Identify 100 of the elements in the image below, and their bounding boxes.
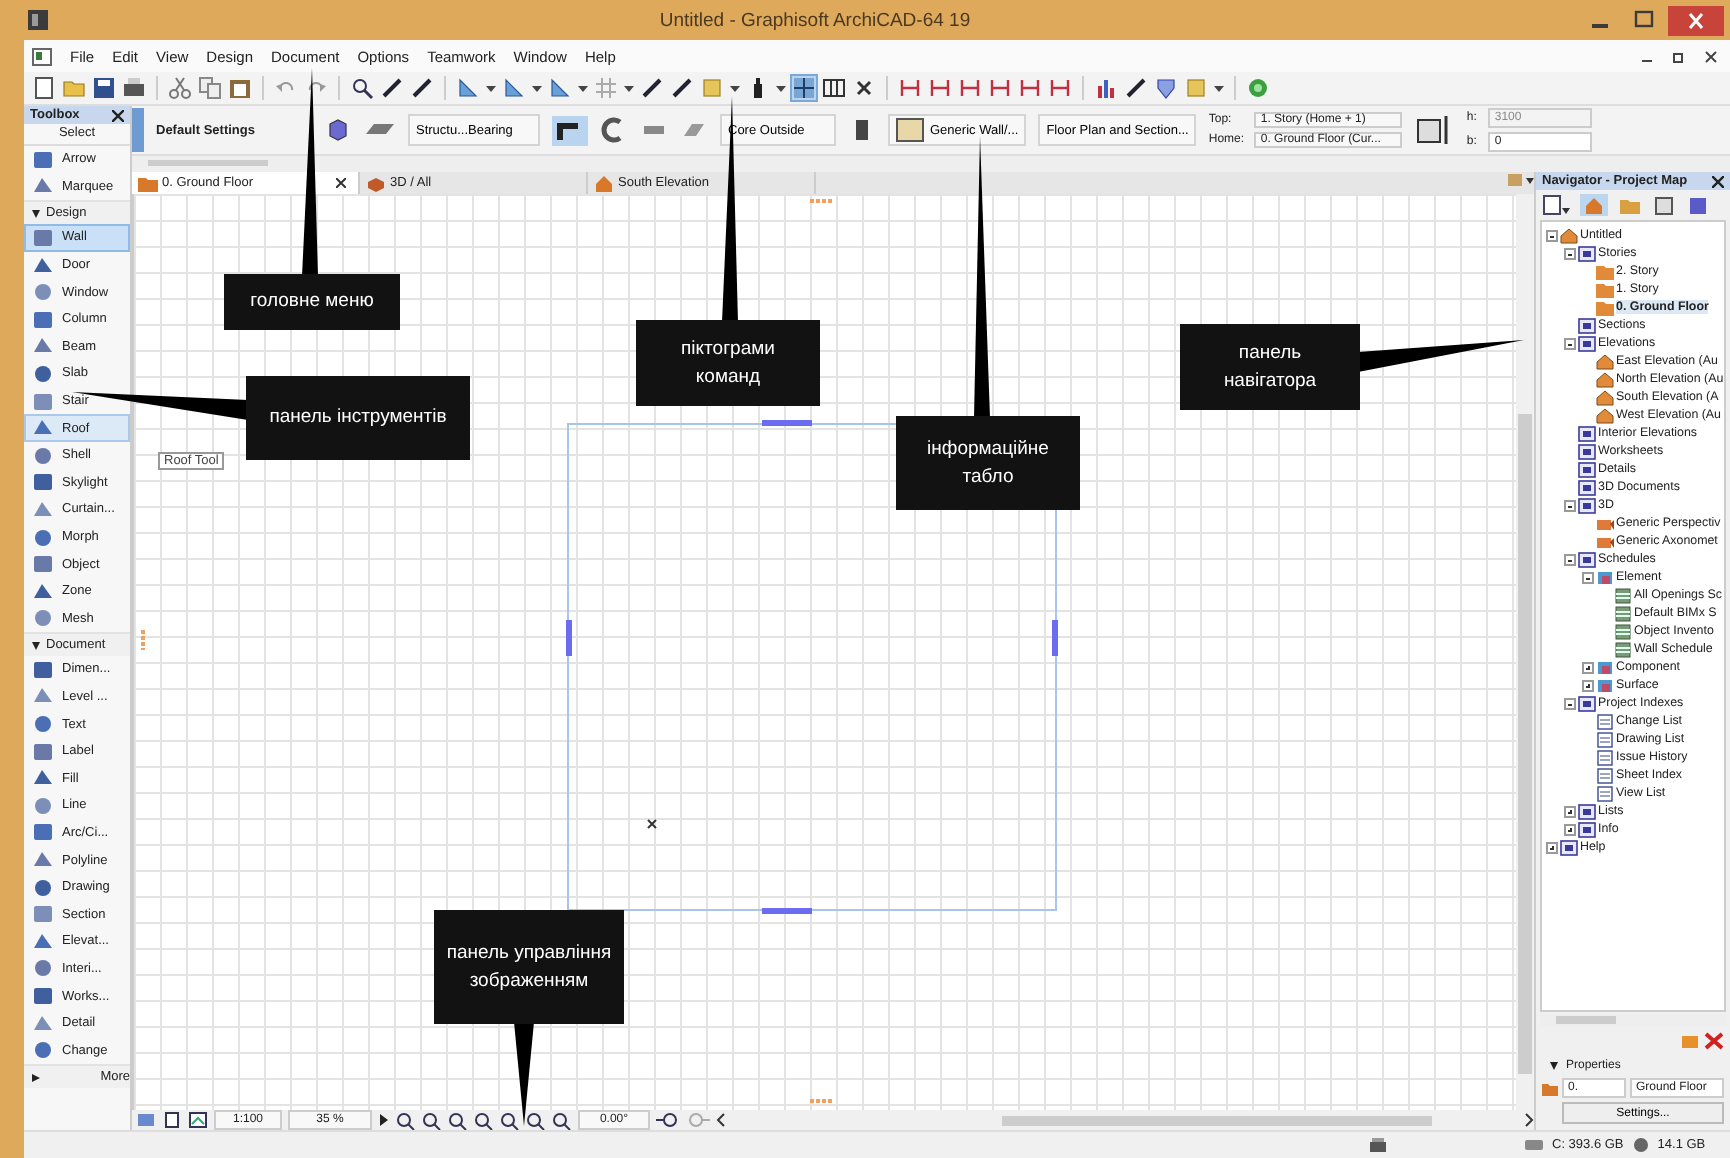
- caret-icon[interactable]: [1214, 85, 1224, 91]
- close-icon[interactable]: [1712, 175, 1724, 187]
- grid-icon[interactable]: [792, 76, 816, 100]
- scroll-thumb[interactable]: [1002, 1115, 1432, 1125]
- zoom-icon[interactable]: [448, 1111, 468, 1129]
- close-icon[interactable]: [852, 76, 876, 100]
- dropdown-icon[interactable]: [1506, 172, 1534, 188]
- tool-icon: [32, 149, 54, 170]
- printer-icon[interactable]: [122, 76, 146, 100]
- wall-shape-icon[interactable]: [552, 115, 588, 145]
- expand-toggle[interactable]: [1564, 337, 1576, 349]
- scroll-thumb[interactable]: [148, 160, 268, 166]
- globe-icon[interactable]: [1246, 76, 1270, 100]
- panel-handle[interactable]: [132, 108, 144, 152]
- bracket-icon[interactable]: [928, 76, 952, 100]
- caret-icon[interactable]: [776, 85, 786, 91]
- expand-toggle[interactable]: [1564, 247, 1576, 259]
- callout: панель навігатора: [1180, 324, 1360, 410]
- zoom-icon[interactable]: [474, 1111, 494, 1129]
- zoom-icon[interactable]: [422, 1111, 442, 1129]
- close-icon[interactable]: [336, 178, 346, 188]
- columns-icon[interactable]: [822, 76, 846, 100]
- tool-icon: [32, 309, 54, 330]
- close-icon[interactable]: [112, 109, 124, 121]
- chevron-left-icon[interactable]: [716, 1112, 726, 1128]
- expand-toggle[interactable]: [1564, 697, 1576, 709]
- bracket-icon[interactable]: [898, 76, 922, 100]
- expand-toggle[interactable]: [1546, 841, 1558, 853]
- memory-icon: [1631, 1136, 1650, 1154]
- tool-icon: [32, 418, 54, 439]
- caret-icon[interactable]: [486, 85, 496, 91]
- scroll-track[interactable]: [1516, 194, 1534, 1110]
- tool-icon: [32, 931, 54, 952]
- bracket-icon[interactable]: [1048, 76, 1072, 100]
- scroll-thumb[interactable]: [1518, 414, 1532, 1074]
- cube-icon[interactable]: [1686, 194, 1710, 216]
- cube-icon: [1596, 569, 1614, 585]
- bracket-icon[interactable]: [988, 76, 1012, 100]
- cube-icon[interactable]: [324, 116, 352, 144]
- page-icon[interactable]: [1542, 194, 1570, 216]
- expand-toggle[interactable]: [1582, 661, 1594, 673]
- zoom-icon[interactable]: [656, 1111, 680, 1129]
- expand-toggle[interactable]: [1564, 499, 1576, 511]
- restore-icon[interactable]: [1672, 49, 1686, 63]
- zoom-icon[interactable]: [552, 1111, 572, 1129]
- tool-icon: [32, 391, 54, 412]
- zoom-icon[interactable]: [396, 1111, 416, 1129]
- callout: панель інструментів: [246, 376, 470, 460]
- scroll-thumb[interactable]: [1556, 1016, 1616, 1024]
- expand-toggle[interactable]: [1564, 823, 1576, 835]
- printer-icon: [1368, 1136, 1388, 1154]
- page-icon[interactable]: [32, 76, 56, 100]
- tool-icon: [32, 850, 54, 871]
- save-icon[interactable]: [92, 76, 116, 100]
- tool-icon: [32, 659, 54, 680]
- expand-triangle-icon[interactable]: [1550, 1061, 1558, 1069]
- shield-icon[interactable]: [1154, 76, 1178, 100]
- tool-icon: [32, 822, 54, 843]
- callout: головне меню: [224, 274, 400, 330]
- image-icon[interactable]: [188, 1112, 208, 1128]
- zoom-icon[interactable]: [526, 1111, 546, 1129]
- expand-toggle[interactable]: [1582, 679, 1594, 691]
- pen-icon[interactable]: [670, 76, 694, 100]
- box-icon: [1578, 551, 1596, 567]
- marker-icon[interactable]: [810, 198, 834, 204]
- chevron-right-icon[interactable]: [1524, 1112, 1534, 1128]
- zoom-icon[interactable]: [500, 1111, 520, 1129]
- tool-icon: [32, 958, 54, 979]
- tool-icon: [32, 445, 54, 466]
- caret-icon[interactable]: [532, 85, 542, 91]
- app-icon: [28, 10, 48, 30]
- marker-icon[interactable]: [810, 1098, 834, 1104]
- expand-toggle[interactable]: [1546, 229, 1558, 241]
- clipboard-icon[interactable]: [228, 76, 252, 100]
- pen-icon[interactable]: [1124, 76, 1148, 100]
- caret-icon[interactable]: [730, 85, 740, 91]
- pen-icon[interactable]: [410, 76, 434, 100]
- scissors-icon[interactable]: [168, 76, 192, 100]
- chart-icon[interactable]: [1094, 76, 1118, 100]
- pen-icon[interactable]: [380, 76, 404, 100]
- search-icon[interactable]: [350, 76, 374, 100]
- page-icon[interactable]: [1652, 194, 1676, 216]
- expand-toggle[interactable]: [1564, 553, 1576, 565]
- document-icon[interactable]: [32, 47, 52, 65]
- bracket-icon[interactable]: [1018, 76, 1042, 100]
- caret-icon[interactable]: [624, 85, 634, 91]
- pen-icon[interactable]: [640, 76, 664, 100]
- caret-icon[interactable]: [578, 85, 588, 91]
- tool-icon: [32, 1013, 54, 1034]
- bracket-icon[interactable]: [958, 76, 982, 100]
- page-icon[interactable]: [162, 1112, 182, 1128]
- copy-icon[interactable]: [198, 76, 222, 100]
- expand-toggle[interactable]: [1564, 805, 1576, 817]
- marker-icon[interactable]: [140, 630, 146, 650]
- close-icon[interactable]: [1704, 49, 1718, 63]
- expand-triangle-icon[interactable]: [32, 641, 40, 650]
- play-icon[interactable]: [378, 1112, 390, 1128]
- box-icon: [1578, 245, 1596, 261]
- expand-toggle[interactable]: [1582, 571, 1594, 583]
- delete-icon[interactable]: [1704, 1031, 1724, 1049]
